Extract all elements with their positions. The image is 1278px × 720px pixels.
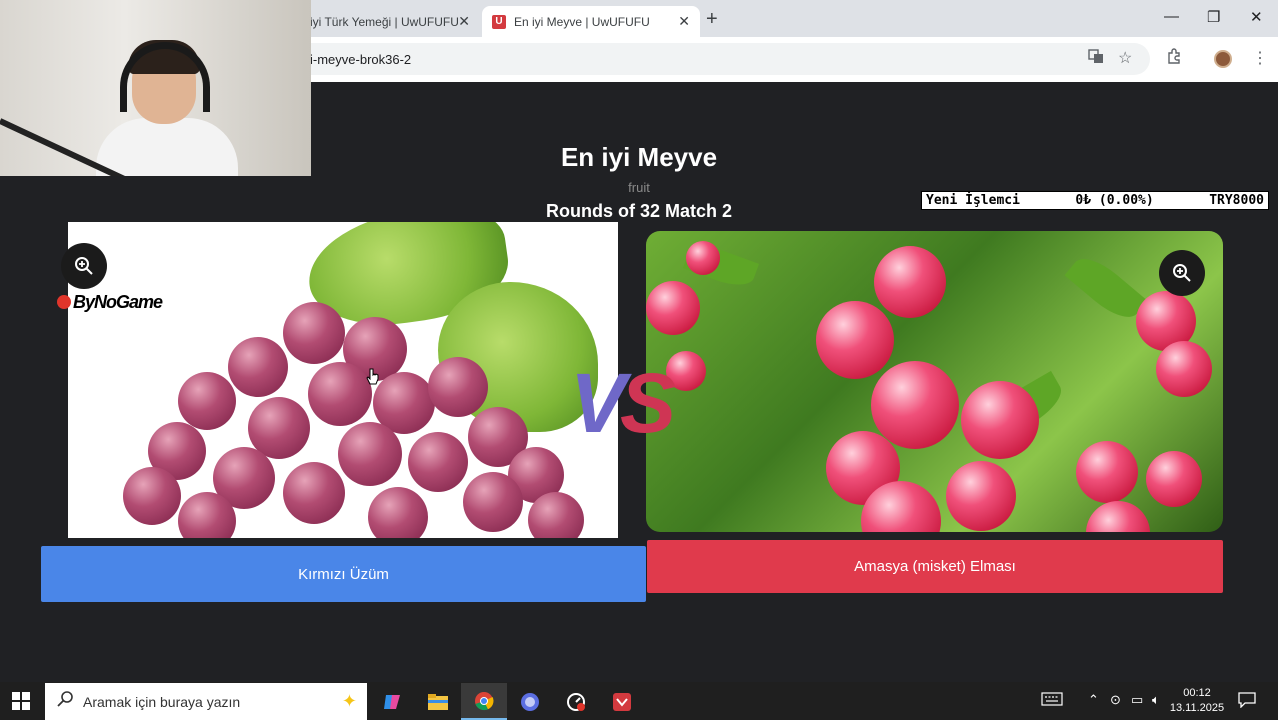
apple [1076,441,1138,503]
apple [816,301,894,379]
grape [123,467,181,525]
ticker-goal: TRY8000 [1209,193,1264,208]
chevron-up-icon[interactable]: ⌃ [1088,692,1099,708]
network-icon[interactable]: ▭ [1131,692,1143,708]
donation-ticker: Yeni İşlemci 0₺ (0.00%) TRY8000 [921,191,1269,210]
close-icon[interactable]: ✕ [678,13,690,30]
right-choice-image[interactable] [646,231,1223,532]
grape [178,372,236,430]
apple [1156,341,1212,397]
file-explorer-icon[interactable] [415,683,461,720]
apple [874,246,946,318]
restore-icon[interactable]: ❐ [1207,8,1220,26]
extensions-icon[interactable] [1166,48,1182,69]
vs-letter-s: S [620,356,676,450]
star-icon[interactable]: ☆ [1118,48,1132,68]
clock-time: 00:12 [1183,687,1211,699]
ticker-name: Yeni İşlemci [926,193,1020,208]
apple [666,351,706,391]
page-title: En iyi Meyve [560,142,718,172]
chrome-icon[interactable] [461,683,507,720]
grape [368,487,428,538]
windows-icon[interactable] [12,692,30,715]
apple-leaf [1064,249,1148,327]
app-red-icon[interactable] [599,683,645,720]
taskbar-search-box[interactable]: Aramak için buraya yazın ✦ [45,683,367,720]
tab-label: En iyi Meyve | UwUFUFU [514,14,650,29]
bynogame-logo: ByNoGame [57,292,163,313]
uwufufu-favicon-icon: U [492,14,506,29]
clock-date: 13.11.2025 [1169,702,1225,714]
left-choice-label: Kırmızı Üzüm [298,565,389,583]
right-choice-label: Amasya (misket) Elması [854,558,1016,575]
profile-avatar[interactable] [1214,50,1232,68]
vs-graphic: VS [570,355,676,452]
left-choice-button[interactable]: Kırmızı Üzüm [41,546,646,602]
apple [1086,501,1150,532]
left-choice-image[interactable] [68,222,618,538]
menu-icon[interactable]: ⋮ [1252,48,1268,68]
tab-label: iyi Türk Yemeği | UwUFUFU [310,14,459,29]
grape [463,472,523,532]
search-icon [57,691,73,712]
address-bar-url[interactable]: i-meyve-brok36-2 [310,52,411,67]
grape [408,432,468,492]
grape [308,362,372,426]
zoom-in-icon[interactable] [1159,250,1205,296]
speedtest-icon[interactable] [553,683,599,720]
grape [283,302,345,364]
zoom-in-icon[interactable] [61,243,107,289]
app-circle-icon[interactable] [507,683,553,720]
grape [338,422,402,486]
grape [283,462,345,524]
apple [1146,451,1202,507]
copilot-icon[interactable] [369,683,415,720]
window-close-icon[interactable]: ✕ [1250,8,1263,26]
volume-icon[interactable]: 🔈︎ [1152,692,1160,708]
mouse-cursor-icon [366,368,380,391]
tab-turk-yemegi[interactable]: iyi Türk Yemeği | UwUFUFU ✕ [290,6,480,37]
minimize-icon[interactable]: — [1164,8,1179,25]
sparkle-icon: ✦ [341,691,357,711]
search-placeholder: Aramak için buraya yazın [83,693,241,710]
apple [686,241,720,275]
keyboard-icon[interactable] [1041,692,1063,709]
right-choice-button[interactable]: Amasya (misket) Elması [647,540,1223,593]
apple [646,281,700,335]
new-tab-plus-icon[interactable]: + [706,8,718,31]
bynogame-logo-text: ByNoGame [73,292,163,312]
tray-app-icon[interactable]: ⊙ [1110,692,1121,708]
notifications-icon[interactable] [1238,692,1256,711]
grape [528,492,584,538]
grape [428,357,488,417]
bynogame-mark-icon [57,295,71,309]
grape [228,337,288,397]
close-icon[interactable]: ✕ [458,13,470,30]
vs-letter-v: V [570,356,626,450]
apple [946,461,1016,531]
ticker-amount: 0₺ (0.00%) [1075,193,1154,208]
apple [871,361,959,449]
tab-en-iyi-meyve[interactable]: U En iyi Meyve | UwUFUFU ✕ [482,6,700,37]
taskbar-clock[interactable]: 00:12 13.11.2025 [1168,686,1226,716]
apple [961,381,1039,459]
translate-icon[interactable] [1088,48,1104,69]
